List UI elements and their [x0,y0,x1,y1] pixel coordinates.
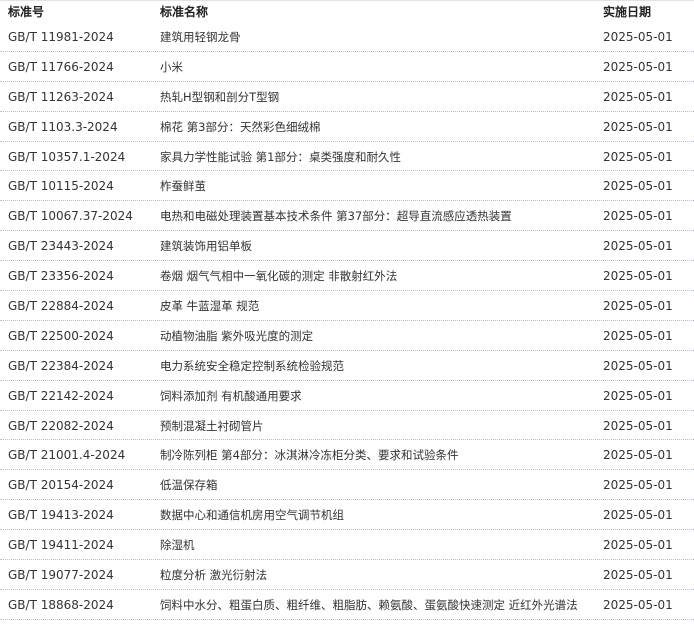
standard-code-link[interactable]: GB/T 19413-2024 [8,507,114,523]
standards-table: 标准号 标准名称 实施日期 GB/T 11981-2024 建筑用轻钢龙骨 2025… [0,0,694,620]
effective-date: 2025-05-01 [603,508,673,523]
table-row[interactable]: GB/T 19077-2024 粒度分析 激光衍射法 2025-05-01 [0,560,694,590]
effective-date: 2025-05-01 [603,568,673,583]
standard-code-link[interactable]: GB/T 10357.1-2024 [8,149,125,165]
effective-date: 2025-05-01 [603,418,673,433]
table-row[interactable]: GB/T 10067.37-2024 电热和电磁处理装置基本技术条件 第37部分：… [0,201,694,232]
table-body: GB/T 11981-2024 建筑用轻钢龙骨 2025-05-01 GB/T 117… [0,22,694,620]
standard-name-link[interactable]: 建筑装饰用铝单板 [160,238,252,254]
standard-name-link[interactable]: 柞蚕鲜茧 [160,178,206,194]
table-row[interactable]: GB/T 22884-2024 皮革 牛蓝湿革 规范 2025-05-01 [0,291,694,321]
standard-code-link[interactable]: GB/T 22142-2024 [8,388,114,404]
table-row[interactable]: GB/T 1103.3-2024 棉花 第3部分：天然彩色细绒棉 2025-05-0… [0,112,694,142]
effective-date: 2025-05-01 [603,89,673,104]
standard-code-link[interactable]: GB/T 21001.4-2024 [8,447,125,463]
standard-name-link[interactable]: 电力系统安全稳定控制系统检验规范 [160,358,344,374]
header-standard-code: 标准号 [8,5,45,19]
standard-code-link[interactable]: GB/T 19411-2024 [8,537,114,553]
standard-name-link[interactable]: 低温保存箱 [160,477,218,493]
standard-name-link[interactable]: 家具力学性能试验 第1部分：桌类强度和耐久性 [160,149,401,165]
table-row[interactable]: GB/T 22500-2024 动植物油脂 紫外吸光度的测定 2025-05-01 [0,321,694,351]
standard-name-link[interactable]: 棉花 第3部分：天然彩色细绒棉 [160,119,320,135]
effective-date: 2025-05-01 [603,328,673,343]
table-row[interactable]: GB/T 10115-2024 柞蚕鲜茧 2025-05-01 [0,171,694,202]
table-row[interactable]: GB/T 22142-2024 饲料添加剂 有机酸通用要求 2025-05-01 [0,381,694,411]
effective-date: 2025-05-01 [603,149,673,164]
effective-date: 2025-05-01 [603,597,673,612]
standard-code-link[interactable]: GB/T 1103.3-2024 [8,119,118,135]
standard-code-link[interactable]: GB/T 22384-2024 [8,358,114,374]
standard-code-link[interactable]: GB/T 22500-2024 [8,328,114,344]
standard-code-link[interactable]: GB/T 11263-2024 [8,89,114,105]
table-row[interactable]: GB/T 10357.1-2024 家具力学性能试验 第1部分：桌类强度和耐久性 2… [0,142,694,172]
effective-date: 2025-05-01 [603,478,673,493]
standard-name-link[interactable]: 饲料中水分、粗蛋白质、粗纤维、粗脂肪、赖氨酸、蛋氨酸快速测定 近红外光谱法 [160,597,578,613]
effective-date: 2025-05-01 [603,388,673,403]
standard-name-link[interactable]: 皮革 牛蓝湿革 规范 [160,298,259,314]
effective-date: 2025-05-01 [603,358,673,373]
header-effective-date: 实施日期 [603,5,652,19]
table-row[interactable]: GB/T 23356-2024 卷烟 烟气气相中一氧化碳的测定 非散射红外法 202… [0,261,694,292]
effective-date: 2025-05-01 [603,30,673,44]
standard-name-link[interactable]: 饲料添加剂 有机酸通用要求 [160,388,302,404]
standard-code-link[interactable]: GB/T 20154-2024 [8,477,114,493]
table-row[interactable]: GB/T 19411-2024 除湿机 2025-05-01 [0,530,694,561]
standard-name-link[interactable]: 制冷陈列柜 第4部分：冰淇淋冷冻柜分类、要求和试验条件 [160,447,458,463]
effective-date: 2025-05-01 [603,179,673,194]
standard-code-link[interactable]: GB/T 11981-2024 [8,29,114,45]
table-row[interactable]: GB/T 21001.4-2024 制冷陈列柜 第4部分：冰淇淋冷冻柜分类、要求和… [0,440,694,471]
effective-date: 2025-05-01 [603,239,673,254]
standard-code-link[interactable]: GB/T 11766-2024 [8,59,114,75]
table-row[interactable]: GB/T 11263-2024 热轧H型钢和剖分T型钢 2025-05-01 [0,82,694,112]
effective-date: 2025-05-01 [603,538,673,553]
table-row[interactable]: GB/T 11981-2024 建筑用轻钢龙骨 2025-05-01 [0,22,694,52]
effective-date: 2025-05-01 [603,59,673,74]
standard-name-link[interactable]: 动植物油脂 紫外吸光度的测定 [160,328,313,344]
standard-code-link[interactable]: GB/T 10115-2024 [8,178,114,194]
standard-name-link[interactable]: 小米 [160,59,183,75]
standard-code-link[interactable]: GB/T 18868-2024 [8,597,114,613]
table-row[interactable]: GB/T 20154-2024 低温保存箱 2025-05-01 [0,470,694,501]
table-row[interactable]: GB/T 18868-2024 饲料中水分、粗蛋白质、粗纤维、粗脂肪、赖氨酸、蛋氨… [0,590,694,620]
effective-date: 2025-05-01 [603,119,673,134]
standard-code-link[interactable]: GB/T 22884-2024 [8,298,114,314]
standard-code-link[interactable]: GB/T 23356-2024 [8,268,114,284]
standard-name-link[interactable]: 建筑用轻钢龙骨 [160,29,241,45]
standard-name-link[interactable]: 电热和电磁处理装置基本技术条件 第37部分：超导直流感应透热装置 [160,208,512,224]
table-row[interactable]: GB/T 23443-2024 建筑装饰用铝单板 2025-05-01 [0,231,694,262]
standard-code-link[interactable]: GB/T 10067.37-2024 [8,208,133,224]
standard-name-link[interactable]: 数据中心和通信机房用空气调节机组 [160,507,344,523]
effective-date: 2025-05-01 [603,448,673,463]
effective-date: 2025-05-01 [603,299,673,314]
table-row[interactable]: GB/T 11766-2024 小米 2025-05-01 [0,52,694,82]
standard-code-link[interactable]: GB/T 19077-2024 [8,567,114,583]
header-standard-name: 标准名称 [160,5,209,19]
table-header: 标准号 标准名称 实施日期 [0,0,694,22]
standard-name-link[interactable]: 粒度分析 激光衍射法 [160,567,267,583]
standard-code-link[interactable]: GB/T 22082-2024 [8,418,114,434]
standard-name-link[interactable]: 卷烟 烟气气相中一氧化碳的测定 非散射红外法 [160,268,397,284]
table-row[interactable]: GB/T 19413-2024 数据中心和通信机房用空气调节机组 2025-05-0… [0,500,694,531]
effective-date: 2025-05-01 [603,209,673,224]
standard-code-link[interactable]: GB/T 23443-2024 [8,238,114,254]
table-row[interactable]: GB/T 22082-2024 预制混凝土衬砌管片 2025-05-01 [0,411,694,441]
effective-date: 2025-05-01 [603,269,673,284]
standard-name-link[interactable]: 热轧H型钢和剖分T型钢 [160,89,279,105]
table-row[interactable]: GB/T 22384-2024 电力系统安全稳定控制系统检验规范 2025-05-0… [0,351,694,381]
standard-name-link[interactable]: 除湿机 [160,537,195,553]
standard-name-link[interactable]: 预制混凝土衬砌管片 [160,418,264,434]
